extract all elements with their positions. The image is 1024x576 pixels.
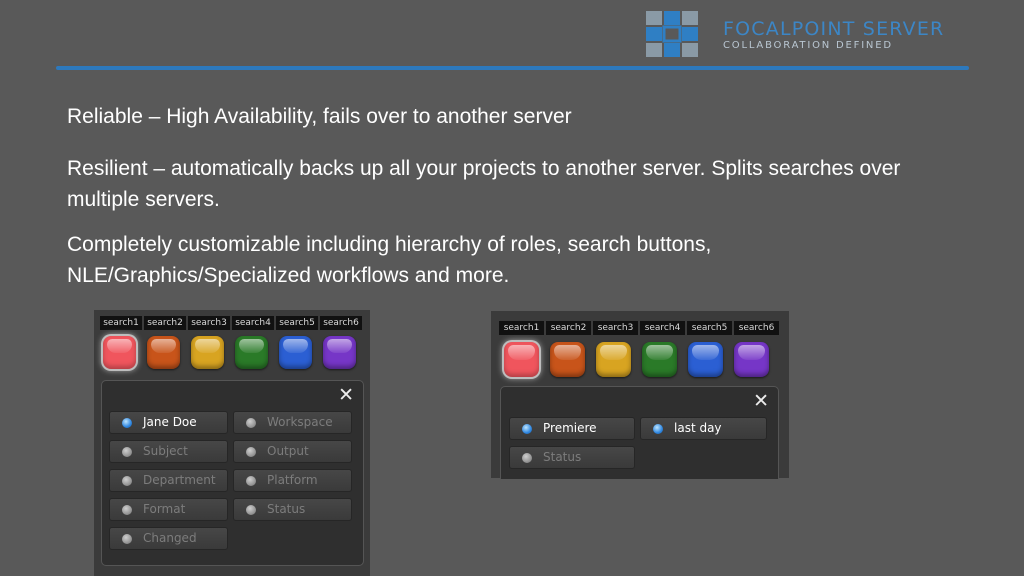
radio-dot-icon (122, 418, 132, 428)
tab-search3[interactable]: search3 (593, 321, 638, 335)
filter-output[interactable]: Output (233, 440, 352, 463)
tab-search2[interactable]: search2 (144, 316, 186, 330)
tab-search5[interactable]: search5 (276, 316, 318, 330)
tab-search1[interactable]: search1 (100, 316, 142, 330)
color-button-2[interactable] (147, 336, 180, 369)
filter-premiere[interactable]: Premiere (509, 417, 635, 440)
color-button-6[interactable] (734, 342, 769, 377)
tab-search5[interactable]: search5 (687, 321, 732, 335)
filter-workspace[interactable]: Workspace (233, 411, 352, 434)
filter-changed[interactable]: Changed (109, 527, 228, 550)
radio-dot-icon (246, 476, 256, 486)
tab-search3[interactable]: search3 (188, 316, 230, 330)
close-icon[interactable]: ✕ (338, 386, 354, 405)
filter-status[interactable]: Status (509, 446, 635, 469)
radio-dot-icon (246, 418, 256, 428)
radio-dot-icon (246, 505, 256, 515)
filter-status[interactable]: Status (233, 498, 352, 521)
color-button-6[interactable] (323, 336, 356, 369)
header-divider (56, 66, 969, 70)
search-color-buttons (504, 342, 769, 377)
filter-jane-doe[interactable]: Jane Doe (109, 411, 228, 434)
search-tabs: search1 search2 search3 search4 search5 … (499, 321, 779, 335)
radio-dot-icon (246, 447, 256, 457)
brand-name: FOCALPOINT SERVER (723, 18, 945, 40)
search-tabs: search1 search2 search3 search4 search5 … (100, 316, 362, 330)
filter-format[interactable]: Format (109, 498, 228, 521)
filter-department[interactable]: Department (109, 469, 228, 492)
filter-box: ✕ Premiere last day Status (500, 386, 779, 479)
radio-dot-icon (653, 424, 663, 434)
tab-search6[interactable]: search6 (734, 321, 779, 335)
search-panel-right: search1 search2 search3 search4 search5 … (491, 311, 789, 479)
color-button-4[interactable] (642, 342, 677, 377)
color-button-1[interactable] (103, 336, 136, 369)
radio-dot-icon (122, 447, 132, 457)
bullet-resilient: Resilient – automatically backs up all y… (67, 157, 901, 211)
focalpoint-logo-icon (646, 11, 698, 57)
radio-dot-icon (122, 476, 132, 486)
tab-search2[interactable]: search2 (546, 321, 591, 335)
tab-search4[interactable]: search4 (640, 321, 685, 335)
bullet-reliable: Reliable – High Availability, fails over… (67, 105, 572, 128)
radio-dot-icon (522, 424, 532, 434)
search-color-buttons (103, 336, 356, 369)
filter-last-day[interactable]: last day (640, 417, 767, 440)
filter-box: ✕ Jane Doe Workspace Subject Output Depa… (101, 380, 364, 566)
bullet-customizable: Completely customizable including hierar… (67, 233, 712, 287)
color-button-3[interactable] (191, 336, 224, 369)
filter-platform[interactable]: Platform (233, 469, 352, 492)
close-icon[interactable]: ✕ (753, 392, 769, 411)
color-button-2[interactable] (550, 342, 585, 377)
search-panel-left: search1 search2 search3 search4 search5 … (94, 310, 370, 576)
brand-tagline: COLLABORATION DEFINED (723, 40, 893, 51)
radio-dot-icon (122, 505, 132, 515)
filter-subject[interactable]: Subject (109, 440, 228, 463)
tab-search6[interactable]: search6 (320, 316, 362, 330)
radio-dot-icon (522, 453, 532, 463)
color-button-1[interactable] (504, 342, 539, 377)
tab-search1[interactable]: search1 (499, 321, 544, 335)
color-button-5[interactable] (688, 342, 723, 377)
color-button-4[interactable] (235, 336, 268, 369)
brand: FOCALPOINT SERVER COLLABORATION DEFINED (723, 19, 944, 52)
tab-search4[interactable]: search4 (232, 316, 274, 330)
radio-dot-icon (122, 534, 132, 544)
color-button-3[interactable] (596, 342, 631, 377)
color-button-5[interactable] (279, 336, 312, 369)
